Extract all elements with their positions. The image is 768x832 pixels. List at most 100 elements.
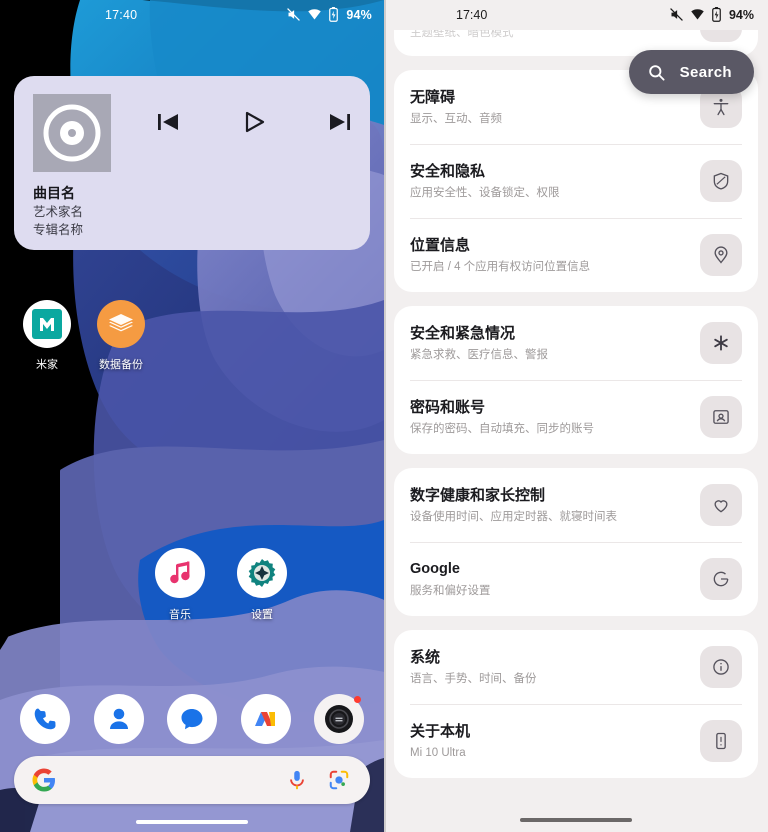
dock-contacts[interactable] — [93, 694, 144, 744]
settings-status-bar: 17:40 94% — [384, 0, 768, 30]
app-label: 音乐 — [169, 609, 191, 621]
settings-card-group-3: 数字健康和家长控制 设备使用时间、应用定时器、就寝时间表 Google 服务和偏… — [394, 468, 758, 616]
row-text: 位置信息 已开启 / 4 个应用有权访问位置信息 — [410, 235, 700, 276]
track-title: 曲目名 — [33, 185, 75, 201]
settings-panel: 主题壁纸、暗色模式 无障碍 显示、互动、音频 安全和隐私 应用安全性、设备锁定、… — [384, 0, 768, 832]
track-album: 专辑名称 — [33, 223, 84, 237]
row-subtitle: 紧急求救、医疗信息、警报 — [410, 348, 548, 361]
row-text: Google 服务和偏好设置 — [410, 559, 700, 600]
home-status-bar: 17:40 94% — [0, 0, 384, 32]
row-title: 密码和账号 — [410, 398, 486, 416]
settings-row-safety-emergency[interactable]: 安全和紧急情况 紧急求救、医疗信息、警报 — [394, 306, 758, 380]
row-text: 关于本机 Mi 10 Ultra — [410, 721, 700, 762]
dock-camera[interactable] — [314, 694, 364, 744]
search-icon — [648, 64, 665, 81]
app-label: 设置 — [251, 609, 273, 621]
mi-home-icon — [23, 300, 71, 348]
row-title: 系统 — [410, 648, 441, 666]
row-text: 安全和紧急情况 紧急求救、医疗信息、警报 — [410, 323, 700, 364]
row-subtitle: 显示、互动、音频 — [410, 112, 502, 125]
app-data-backup[interactable]: 数据备份 — [84, 300, 158, 372]
dock-phone[interactable] — [20, 694, 70, 744]
settings-card-group-2: 安全和紧急情况 紧急求救、医疗信息、警报 密码和账号 保存的密码、自动填充、同步… — [394, 306, 758, 454]
google-lens-icon[interactable] — [328, 769, 350, 791]
dock-analytics[interactable] — [240, 694, 291, 744]
microphone-icon[interactable] — [286, 769, 308, 791]
settings-row-security-privacy[interactable]: 安全和隐私 应用安全性、设备锁定、权限 — [394, 144, 758, 218]
status-icons-group: 94% — [669, 7, 754, 22]
row-subtitle: 已开启 / 4 个应用有权访问位置信息 — [410, 260, 591, 273]
settings-gesture-bar[interactable] — [520, 818, 632, 822]
settings-scroll-container[interactable]: 主题壁纸、暗色模式 无障碍 显示、互动、音频 安全和隐私 应用安全性、设备锁定、… — [384, 0, 768, 832]
dock-messages[interactable] — [167, 694, 217, 744]
row-subtitle: 保存的密码、自动填充、同步的账号 — [410, 422, 594, 435]
shield-icon — [700, 160, 742, 202]
row-text: 密码和账号 保存的密码、自动填充、同步的账号 — [410, 397, 700, 438]
row-title: 位置信息 — [410, 236, 471, 254]
battery-percent: 94% — [346, 7, 372, 22]
track-metadata: 曲目名 艺术家名 专辑名称 — [33, 184, 83, 239]
status-icons-group: 94% — [286, 7, 372, 22]
row-subtitle: 语言、手势、时间、备份 — [410, 672, 537, 685]
row-title: Google — [410, 560, 460, 577]
app-row-2: 音乐 设置 — [152, 548, 290, 622]
playback-controls — [154, 108, 354, 136]
settings-row-location[interactable]: 位置信息 已开启 / 4 个应用有权访问位置信息 — [394, 218, 758, 292]
search-fab[interactable]: Search — [628, 50, 754, 94]
row-subtitle: 服务和偏好设置 — [410, 584, 491, 597]
sound-off-icon — [670, 8, 683, 21]
row-subtitle: Mi 10 Ultra — [410, 746, 466, 759]
google-g-icon — [32, 768, 55, 792]
row-subtitle: 应用安全性、设备锁定、权限 — [410, 186, 560, 199]
home-gesture-bar[interactable] — [136, 820, 248, 824]
app-label: 数据备份 — [99, 359, 143, 371]
search-fab-label: Search — [679, 63, 732, 81]
wifi-icon — [308, 9, 322, 20]
heart-shield-icon — [700, 484, 742, 526]
settings-row-google[interactable]: Google 服务和偏好设置 — [394, 542, 758, 616]
album-art-placeholder — [33, 94, 111, 172]
settings-row-about-phone[interactable]: 关于本机 Mi 10 Ultra — [394, 704, 758, 778]
emergency-asterisk-icon — [700, 322, 742, 364]
data-backup-layers-icon — [97, 300, 145, 348]
google-search-bar[interactable] — [14, 756, 370, 804]
row-subtitle: 设备使用时间、应用定时器、就寝时间表 — [410, 510, 617, 523]
panel-divider — [384, 0, 386, 832]
row-text: 系统 语言、手势、时间、备份 — [410, 647, 700, 688]
row-text: 数字健康和家长控制 设备使用时间、应用定时器、就寝时间表 — [410, 485, 700, 526]
app-label: 米家 — [36, 359, 58, 371]
settings-card-group-4: 系统 语言、手势、时间、备份 关于本机 Mi 10 Ultra — [394, 630, 758, 778]
previous-track-button[interactable] — [154, 108, 182, 136]
wifi-icon — [691, 9, 704, 20]
dock — [12, 690, 372, 748]
row-title: 安全和紧急情况 — [410, 324, 516, 342]
dual-panel-screenshot: 17:40 94% 曲目名 艺术家名 专辑名称 米家 数据备份 音乐 设置 主题… — [0, 0, 768, 832]
settings-row-system[interactable]: 系统 语言、手势、时间、备份 — [394, 630, 758, 704]
settings-row-digital-wellbeing[interactable]: 数字健康和家长控制 设备使用时间、应用定时器、就寝时间表 — [394, 468, 758, 542]
row-text: 安全和隐私 应用安全性、设备锁定、权限 — [410, 161, 700, 202]
app-mi-home[interactable]: 米家 — [10, 300, 84, 372]
id-card-icon — [700, 396, 742, 438]
camera-notification-badge — [354, 696, 361, 703]
app-grid: 米家 数据备份 — [0, 300, 384, 372]
battery-percent: 94% — [728, 7, 754, 22]
track-artist: 艺术家名 — [33, 205, 84, 219]
settings-gear-icon — [237, 548, 287, 598]
battery-charging-icon — [329, 7, 339, 22]
music-note-icon — [155, 548, 205, 598]
next-track-button[interactable] — [326, 108, 354, 136]
status-clock: 17:40 — [456, 8, 488, 22]
play-button[interactable] — [240, 108, 268, 136]
google-g-outline-icon — [700, 558, 742, 600]
status-clock: 17:40 — [105, 8, 138, 22]
row-title: 安全和隐私 — [410, 162, 486, 180]
location-pin-icon — [700, 234, 742, 276]
music-player-widget[interactable]: 曲目名 艺术家名 专辑名称 — [14, 76, 370, 250]
phone-device-icon — [700, 720, 742, 762]
settings-row-passwords-accounts[interactable]: 密码和账号 保存的密码、自动填充、同步的账号 — [394, 380, 758, 454]
sound-off-icon — [287, 8, 301, 21]
row-title: 数字健康和家长控制 — [410, 486, 546, 504]
app-music[interactable]: 音乐 — [152, 548, 208, 622]
row-title: 关于本机 — [410, 722, 471, 740]
app-settings[interactable]: 设置 — [234, 548, 290, 622]
